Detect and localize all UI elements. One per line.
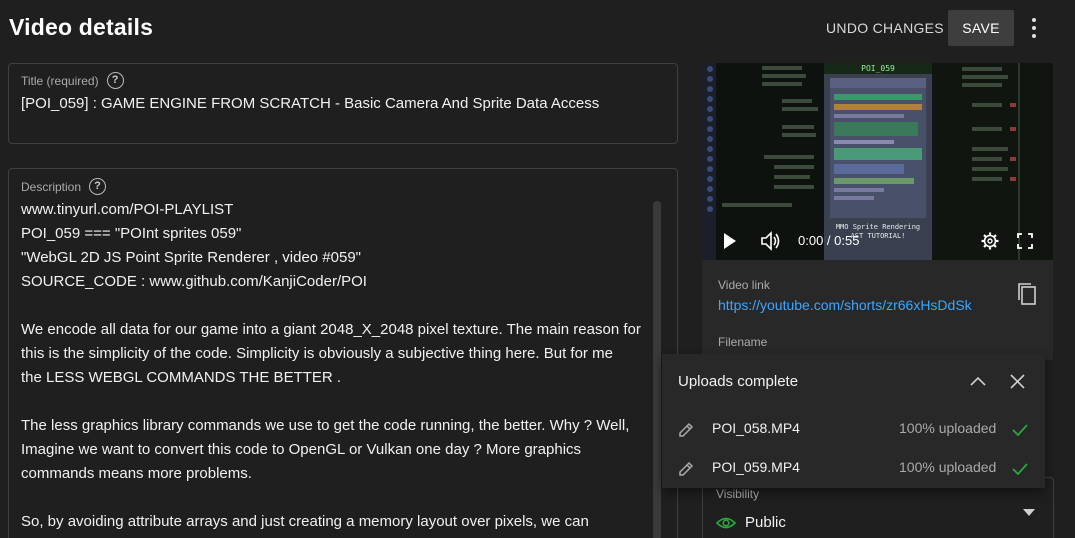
title-input[interactable]: [POI_059] : GAME ENGINE FROM SCRATCH - B… <box>21 95 599 112</box>
volume-icon[interactable] <box>760 231 782 251</box>
video-link-label: Video link <box>718 278 770 292</box>
upload-status: 100% uploaded <box>899 459 997 475</box>
fullscreen-icon[interactable] <box>1017 233 1033 249</box>
video-player[interactable]: POI_059 MMO Sprite Rendering AST TUTORIA… <box>702 63 1053 260</box>
description-line: The less graphics library commands we us… <box>21 417 630 434</box>
save-button[interactable]: SAVE <box>948 10 1014 46</box>
video-time: 0:00 / 0:55 <box>798 233 860 248</box>
description-scrollbar[interactable] <box>653 201 661 538</box>
description-line: www.tinyurl.com/POI-PLAYLIST <box>21 201 234 218</box>
description-line: Imagine we want to convert this code to … <box>21 441 582 458</box>
pencil-icon[interactable] <box>678 461 694 477</box>
upload-filename: POI_059.MP4 <box>712 459 800 475</box>
upload-item[interactable]: POI_059.MP4 100% uploaded <box>662 449 1045 489</box>
description-field[interactable]: Description ? www.tinyurl.com/POI-PLAYLI… <box>8 168 678 538</box>
description-line: SOURCE_CODE : www.github.com/KanjiCoder/… <box>21 273 367 290</box>
undo-changes-button[interactable]: UNDO CHANGES <box>816 11 954 45</box>
description-line: So, by avoiding attribute arrays and jus… <box>21 513 589 530</box>
eye-icon <box>716 517 736 529</box>
description-textarea[interactable]: www.tinyurl.com/POI-PLAYLIST POI_059 ===… <box>21 198 646 534</box>
title-field[interactable]: Title (required) ? [POI_059] : GAME ENGI… <box>8 63 678 144</box>
check-icon <box>1012 463 1028 475</box>
description-line: commands means more problems. <box>21 465 252 482</box>
description-line <box>21 486 646 510</box>
visibility-value: Public <box>745 514 786 531</box>
check-icon <box>1012 424 1028 436</box>
copy-icon[interactable] <box>1017 282 1037 306</box>
description-line: the LESS WEBGL COMMANDS THE BETTER . <box>21 369 342 386</box>
video-info-panel: Video link https://youtube.com/shorts/zr… <box>702 260 1053 360</box>
description-line: We encode all data for our game into a g… <box>21 321 641 338</box>
description-line: POI_059 === "POInt sprites 059" <box>21 225 242 242</box>
description-line: "WebGL 2D JS Point Sprite Renderer , vid… <box>21 249 361 266</box>
video-controls: 0:00 / 0:55 <box>702 228 1053 260</box>
upload-status: 100% uploaded <box>899 420 997 436</box>
help-icon[interactable]: ? <box>106 72 124 89</box>
upload-item[interactable]: POI_058.MP4 100% uploaded <box>662 410 1045 450</box>
pencil-icon[interactable] <box>678 422 694 438</box>
chevron-up-icon[interactable] <box>970 376 986 386</box>
visibility-label: Visibility <box>716 487 760 501</box>
filename-label: Filename <box>718 335 768 349</box>
page-title: Video details <box>9 14 154 40</box>
help-icon[interactable]: ? <box>89 178 107 195</box>
play-icon[interactable] <box>722 232 738 250</box>
description-line <box>21 294 646 318</box>
video-frame-code <box>830 78 926 218</box>
uploads-popup: Uploads complete POI_058.MP4 100% upload… <box>662 354 1045 488</box>
description-line: this is the simplicity of the code. Simp… <box>21 345 613 362</box>
title-field-label: Title (required) <box>21 73 99 88</box>
description-line <box>21 390 646 414</box>
close-icon[interactable] <box>1010 374 1025 389</box>
uploads-title: Uploads complete <box>678 373 799 390</box>
more-vert-icon[interactable] <box>1024 15 1044 41</box>
upload-filename: POI_058.MP4 <box>712 420 800 436</box>
dropdown-arrow-icon[interactable] <box>1023 509 1035 517</box>
video-overlay-title: POI_059 <box>824 63 932 74</box>
description-field-label: Description <box>21 179 82 194</box>
settings-icon[interactable] <box>981 232 999 250</box>
video-link[interactable]: https://youtube.com/shorts/zr66xHsDdSk <box>718 297 993 313</box>
